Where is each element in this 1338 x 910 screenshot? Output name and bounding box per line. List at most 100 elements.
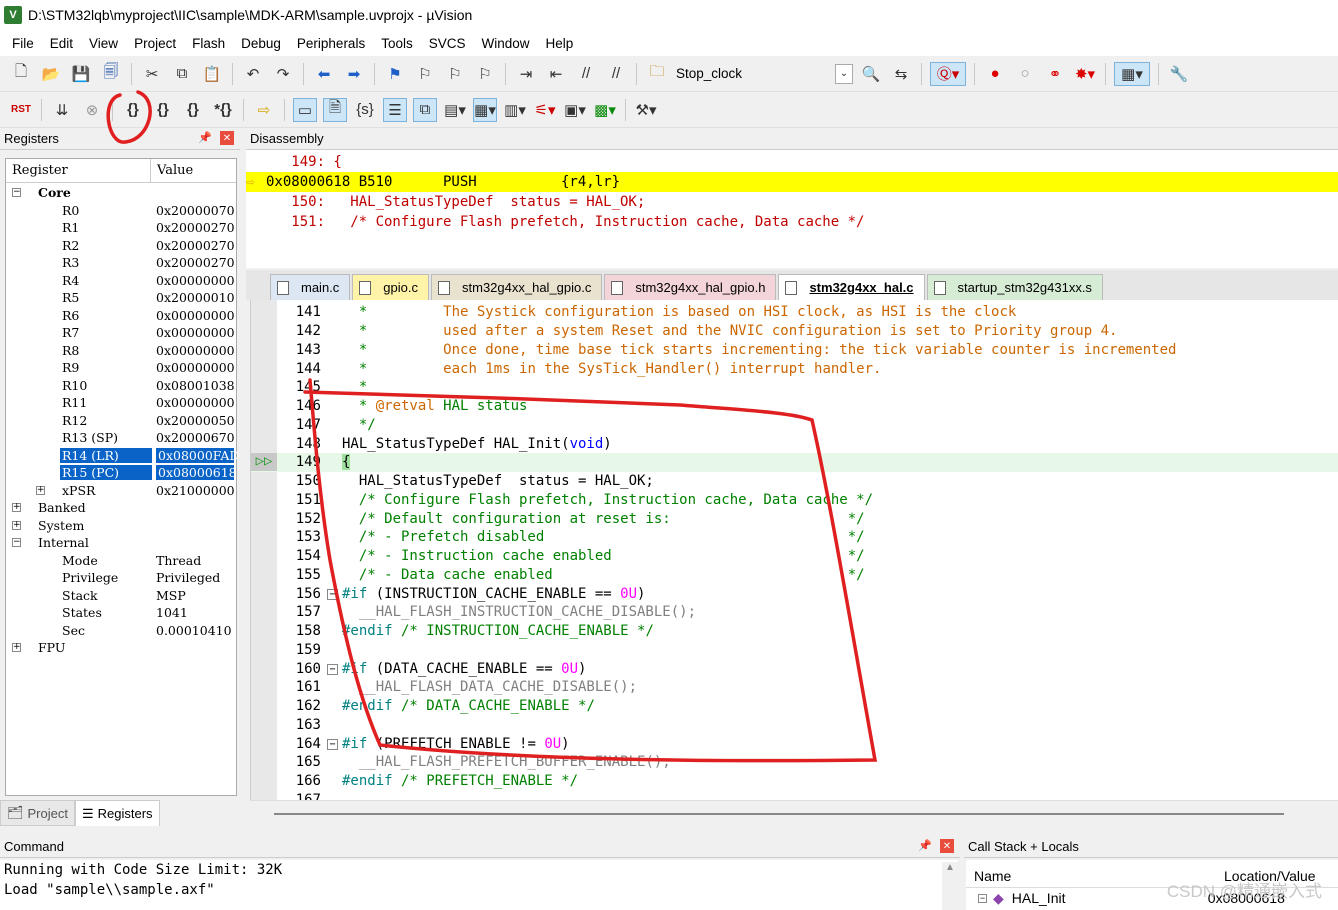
disassembly-content[interactable]: 149: { ⇨ 0x08000618 B510 PUSH {r4,lr} 150… <box>246 152 1338 242</box>
code-line[interactable]: − 164 #if (PREFETCH_ENABLE != 0U) <box>251 735 1338 754</box>
disable-all-breakpoints-icon[interactable]: ⚭ <box>1043 62 1067 86</box>
internal-row[interactable]: Privilege Privileged <box>6 569 236 587</box>
register-row[interactable]: R1 0x20000270 <box>6 219 236 237</box>
expand-icon[interactable]: + <box>12 520 21 530</box>
internal-row[interactable]: States 1041 <box>6 604 236 622</box>
menu-help[interactable]: Help <box>538 36 582 51</box>
code-line[interactable]: 141 * The Systick configuration is based… <box>251 303 1338 322</box>
show-next-statement-icon[interactable]: ⇨ <box>252 98 276 122</box>
code-line[interactable]: 144 * each 1ms in the SysTick_Handler() … <box>251 360 1338 379</box>
menu-view[interactable]: View <box>81 36 126 51</box>
kill-breakpoints-icon[interactable]: ✸▾ <box>1073 62 1097 86</box>
register-row-xpsr[interactable]: + xPSR 0x21000000 <box>6 482 236 500</box>
code-line[interactable]: 155 /* - Data cache enabled */ <box>251 566 1338 585</box>
window-layout-icon[interactable]: ▦▾ <box>1114 61 1150 86</box>
code-line-current[interactable]: ▷▷ 149{ <box>251 453 1338 472</box>
code-line[interactable]: 163 <box>251 716 1338 735</box>
menu-tools[interactable]: Tools <box>373 36 421 51</box>
register-row[interactable]: R2 0x20000270 <box>6 237 236 255</box>
tab-startup-stm32g431xx-s[interactable]: startup_stm32g431xx.s <box>926 274 1103 300</box>
configure-icon[interactable]: 🔧 <box>1167 62 1191 86</box>
indent-icon[interactable]: ⇥ <box>514 62 538 86</box>
register-row[interactable]: R11 0x00000000 <box>6 394 236 412</box>
command-scrollbar[interactable]: ▲ <box>942 862 958 910</box>
unindent-icon[interactable]: ⇤ <box>544 62 568 86</box>
code-line[interactable]: 165 __HAL_FLASH_PREFETCH_BUFFER_ENABLE()… <box>251 753 1338 772</box>
menu-debug[interactable]: Debug <box>233 36 289 51</box>
register-row[interactable]: R12 0x20000050 <box>6 412 236 430</box>
code-line[interactable]: 146 * @retval HAL status <box>251 397 1338 416</box>
register-row[interactable]: R6 0x00000000 <box>6 307 236 325</box>
command-window-icon[interactable]: ▭ <box>293 97 317 122</box>
code-line[interactable]: 150 HAL_StatusTypeDef status = HAL_OK; <box>251 472 1338 491</box>
menu-flash[interactable]: Flash <box>184 36 233 51</box>
tree-group-banked[interactable]: + Banked <box>6 499 236 517</box>
code-line[interactable]: 152 /* Default configuration at reset is… <box>251 510 1338 529</box>
close-icon[interactable]: ✕ <box>220 131 234 145</box>
new-file-icon[interactable]: 🗋 <box>9 62 33 86</box>
navigate-forward-icon[interactable]: ➡ <box>342 62 366 86</box>
tab-gpio-c[interactable]: gpio.c <box>352 274 429 300</box>
watch-window-icon[interactable]: ▤▾ <box>443 98 467 122</box>
register-row[interactable]: R9 0x00000000 <box>6 359 236 377</box>
disasm-line[interactable]: 150: HAL_StatusTypeDef status = HAL_OK; <box>246 192 1338 212</box>
next-bookmark-icon[interactable]: ⚐ <box>443 62 467 86</box>
tree-group-core[interactable]: − Core <box>6 184 236 202</box>
clear-bookmarks-icon[interactable]: ⚐ <box>473 62 497 86</box>
symbols-window-icon[interactable]: {s} <box>353 98 377 122</box>
register-row[interactable]: R5 0x20000010 <box>6 289 236 307</box>
code-line[interactable]: 166 #endif /* PREFETCH_ENABLE */ <box>251 772 1338 791</box>
redo-icon[interactable]: ↷ <box>271 62 295 86</box>
tab-stm32g4xx-hal-c[interactable]: stm32g4xx_hal.c <box>778 274 925 300</box>
open-file-icon[interactable]: 📂 <box>39 62 63 86</box>
code-line[interactable]: 143 * Once done, time base tick starts i… <box>251 341 1338 360</box>
code-line[interactable]: 154 /* - Instruction cache enabled */ <box>251 547 1338 566</box>
code-line[interactable]: 151 /* Configure Flash prefetch, Instruc… <box>251 491 1338 510</box>
fold-toggle-icon[interactable]: − <box>327 664 338 675</box>
menu-edit[interactable]: Edit <box>42 36 81 51</box>
expand-icon[interactable]: + <box>12 503 21 513</box>
target-select[interactable]: Stop_clock <box>672 66 832 81</box>
prev-bookmark-icon[interactable]: ⚐ <box>413 62 437 86</box>
register-row[interactable]: R3 0x20000270 <box>6 254 236 272</box>
collapse-icon[interactable]: − <box>978 893 987 903</box>
disassembly-window-icon[interactable]: 🗎 <box>323 97 347 122</box>
disasm-current-line[interactable]: ⇨ 0x08000618 B510 PUSH {r4,lr} <box>246 172 1338 192</box>
trace-window-icon[interactable]: ▣▾ <box>563 98 587 122</box>
code-line[interactable]: 162 #endif /* DATA_CACHE_ENABLE */ <box>251 697 1338 716</box>
reset-icon[interactable]: RST <box>9 98 33 122</box>
registers-window-icon[interactable]: ☰ <box>383 97 407 122</box>
incremental-find-icon[interactable]: ⇆ <box>889 62 913 86</box>
copy-icon[interactable]: ⧉ <box>170 62 194 86</box>
code-line[interactable]: 147 */ <box>251 416 1338 435</box>
expand-icon[interactable]: + <box>36 485 45 495</box>
memory-window-icon[interactable]: ▦▾ <box>473 97 497 122</box>
undo-icon[interactable]: ↶ <box>241 62 265 86</box>
code-editor[interactable]: 141 * The Systick configuration is based… <box>250 300 1338 800</box>
bookmark-icon[interactable]: ⚑ <box>383 62 407 86</box>
stop-icon[interactable]: ⊗ <box>80 98 104 122</box>
register-row[interactable]: R0 0x20000070 <box>6 202 236 220</box>
code-line[interactable]: 167 <box>251 791 1338 800</box>
value-column-header[interactable]: Value <box>151 159 236 182</box>
tab-stm32g4xx-hal-gpio-c[interactable]: stm32g4xx_hal_gpio.c <box>431 274 603 300</box>
toolbox-icon[interactable]: ⚒▾ <box>634 98 658 122</box>
find-in-files-icon[interactable]: 🔍 <box>859 62 883 86</box>
target-icon[interactable]: 🗀 <box>645 62 669 86</box>
tab-stm32g4xx-hal-gpio-h[interactable]: stm32g4xx_hal_gpio.h <box>604 274 777 300</box>
cut-icon[interactable]: ✂ <box>140 62 164 86</box>
code-line[interactable]: 148 HAL_StatusTypeDef HAL_Init(void) <box>251 435 1338 454</box>
code-line[interactable]: − 156 #if (INSTRUCTION_CACHE_ENABLE == 0U… <box>251 585 1338 604</box>
menu-project[interactable]: Project <box>126 36 184 51</box>
register-row[interactable]: R4 0x00000000 <box>6 272 236 290</box>
project-tab[interactable]: 🗂 Project <box>0 800 75 826</box>
code-line[interactable]: 161 __HAL_FLASH_DATA_CACHE_DISABLE(); <box>251 678 1338 697</box>
comment-icon[interactable]: // <box>574 62 598 86</box>
navigate-back-icon[interactable]: ⬅ <box>312 62 336 86</box>
menu-window[interactable]: Window <box>473 36 537 51</box>
fold-toggle-icon[interactable]: − <box>327 739 338 750</box>
save-icon[interactable]: 💾 <box>69 62 93 86</box>
code-line[interactable]: 158 #endif /* INSTRUCTION_CACHE_ENABLE */ <box>251 622 1338 641</box>
insert-breakpoint-icon[interactable]: ● <box>983 62 1007 86</box>
command-output[interactable]: Running with Code Size Limit: 32K Load "… <box>0 860 958 910</box>
